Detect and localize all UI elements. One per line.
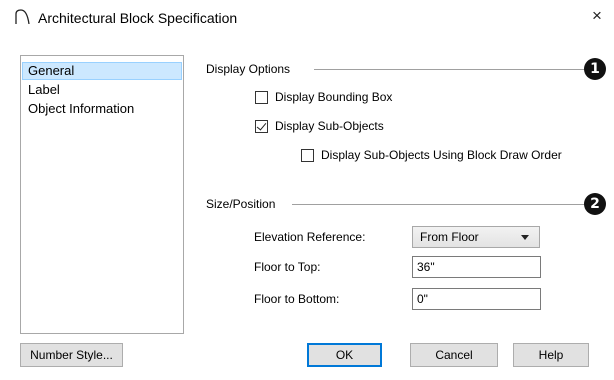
bounding-box-row: Display Bounding Box xyxy=(255,89,392,105)
draw-order-label: Display Sub-Objects Using Block Draw Ord… xyxy=(321,148,562,162)
draw-order-row: Display Sub-Objects Using Block Draw Ord… xyxy=(301,147,562,163)
ok-button[interactable]: OK xyxy=(307,343,382,367)
size-position-divider xyxy=(292,204,586,205)
callout-badge-1: 1 xyxy=(584,58,606,80)
floor-to-bottom-label: Floor to Bottom: xyxy=(254,292,340,306)
nav-item-object-information[interactable]: Object Information xyxy=(22,100,182,118)
bounding-box-label: Display Bounding Box xyxy=(275,90,393,104)
sub-objects-checkbox[interactable] xyxy=(255,119,268,133)
display-options-heading: Display Options xyxy=(206,62,291,76)
draw-order-checkbox[interactable] xyxy=(301,148,314,162)
callout-badge-2: 2 xyxy=(584,193,606,215)
floor-to-top-input[interactable] xyxy=(412,256,541,278)
category-list: General Label Object Information xyxy=(20,55,184,334)
sub-objects-label: Display Sub-Objects xyxy=(275,119,384,133)
close-button[interactable]: × xyxy=(587,6,607,26)
cancel-button[interactable]: Cancel xyxy=(410,343,498,367)
window-title: Architectural Block Specification xyxy=(38,10,238,26)
help-button[interactable]: Help xyxy=(513,343,589,367)
nav-item-general[interactable]: General xyxy=(22,62,182,80)
floor-to-top-label: Floor to Top: xyxy=(254,260,321,274)
arc-icon xyxy=(15,9,30,24)
floor-to-bottom-input[interactable] xyxy=(412,288,541,310)
elevation-reference-label: Elevation Reference: xyxy=(254,230,366,244)
sub-objects-row: Display Sub-Objects xyxy=(255,118,384,134)
display-options-divider xyxy=(314,69,586,70)
bounding-box-checkbox[interactable] xyxy=(255,90,268,104)
elevation-reference-value: From Floor xyxy=(420,230,479,244)
elevation-reference-select[interactable]: From Floor xyxy=(412,226,540,248)
nav-item-label[interactable]: Label xyxy=(22,81,182,99)
size-position-heading: Size/Position xyxy=(206,197,276,211)
number-style-button[interactable]: Number Style... xyxy=(20,343,123,367)
chevron-down-icon xyxy=(521,235,529,240)
